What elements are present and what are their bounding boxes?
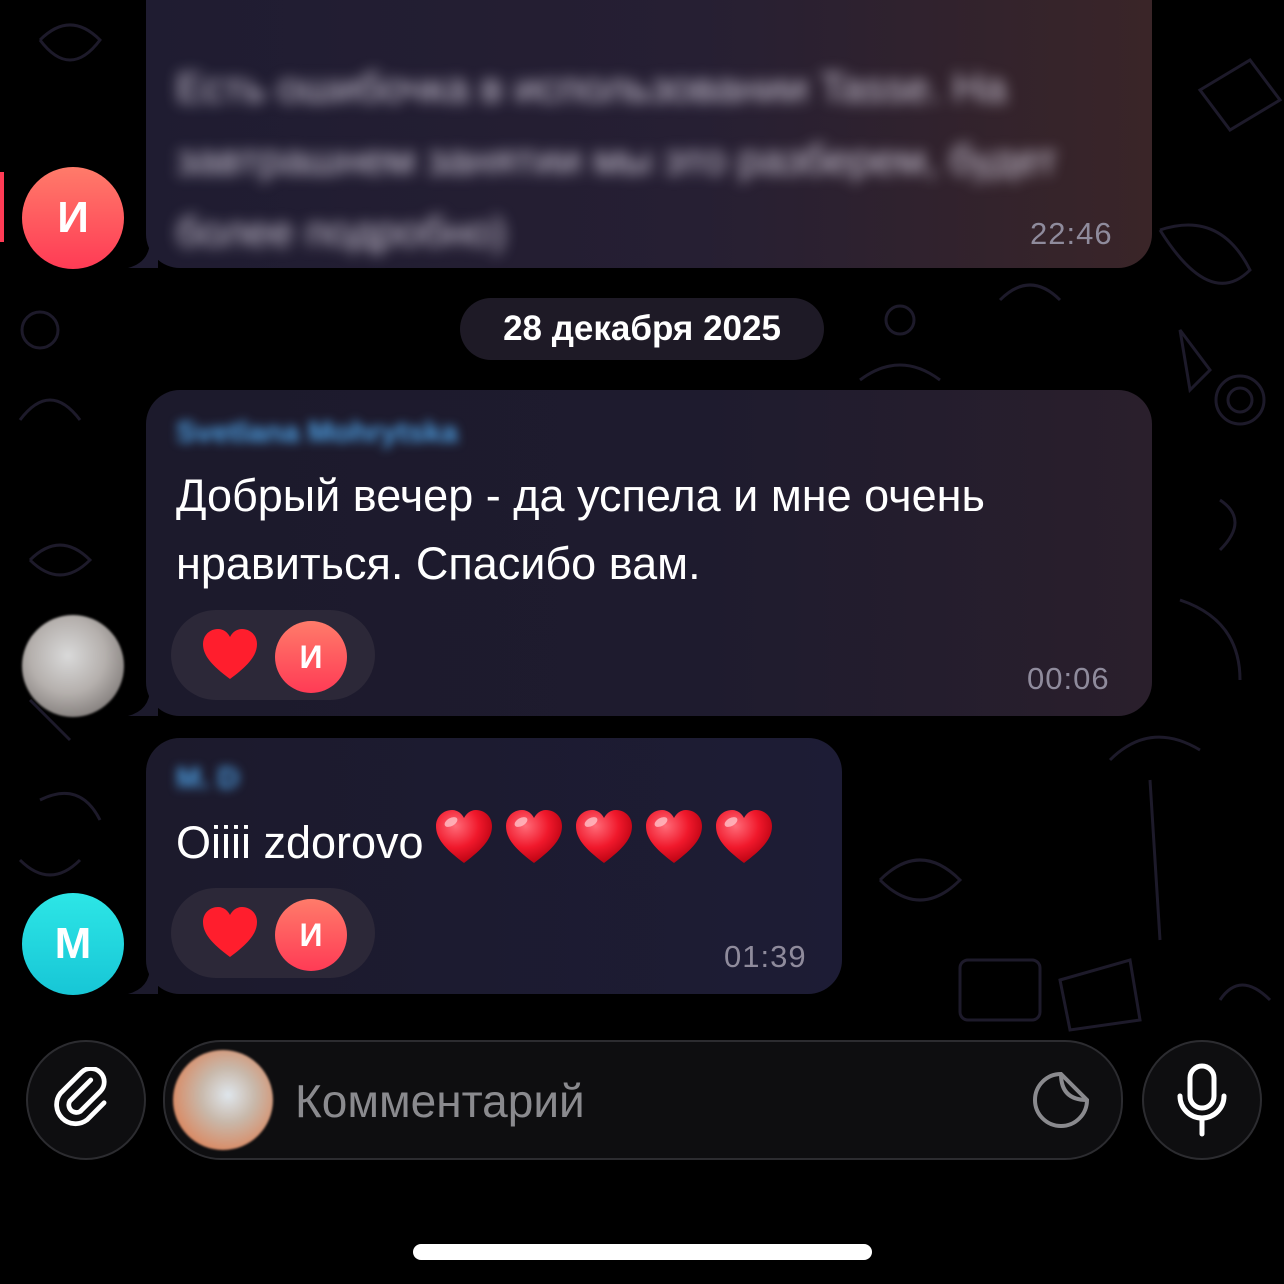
avatar[interactable]: M xyxy=(22,893,124,995)
bubble-tail xyxy=(128,240,158,268)
heart-emoji-icon xyxy=(715,810,772,863)
home-indicator[interactable] xyxy=(413,1244,872,1260)
heart-emoji-icon xyxy=(435,810,492,863)
heart-emoji-icon xyxy=(645,810,702,863)
avatar[interactable]: И xyxy=(22,167,124,269)
message-time: 01:39 xyxy=(724,939,807,974)
message-text-body: Oiiii zdorovo xyxy=(176,817,424,868)
reaction-chip[interactable]: И xyxy=(171,610,375,700)
sticker-icon[interactable] xyxy=(1031,1070,1091,1130)
sender-name[interactable]: M. D xyxy=(176,762,239,796)
bubble-tail xyxy=(128,966,158,994)
heart-emoji-icon xyxy=(505,810,562,863)
message-text: Добрый вечер - да успела и мне очень нра… xyxy=(176,470,985,589)
comment-field[interactable] xyxy=(163,1040,1123,1160)
avatar[interactable] xyxy=(22,615,124,717)
user-avatar[interactable] xyxy=(173,1050,273,1150)
paperclip-icon xyxy=(54,1067,107,1127)
sender-name[interactable]: Svetlana Mohrytska xyxy=(176,416,458,450)
reaction-avatar: И xyxy=(275,621,347,693)
microphone-icon xyxy=(1177,1063,1227,1137)
emoji-hearts xyxy=(424,810,774,868)
heart-icon xyxy=(203,907,257,957)
heart-emoji-icon xyxy=(575,810,632,863)
date-separator: 28 декабря 2025 xyxy=(460,298,824,360)
comment-input[interactable] xyxy=(293,1068,997,1134)
message-text: Есть ошибочка в использовании Tasse. На … xyxy=(176,64,1058,255)
bubble-tail xyxy=(128,688,158,716)
message-time: 00:06 xyxy=(1027,661,1110,696)
unread-marker xyxy=(0,172,4,242)
reaction-avatar: И xyxy=(275,899,347,971)
heart-icon xyxy=(203,629,257,679)
message-time: 22:46 xyxy=(1030,216,1113,251)
reaction-chip[interactable]: И xyxy=(171,888,375,978)
attach-button[interactable] xyxy=(26,1040,146,1160)
message-text: Oiiii zdorovo xyxy=(176,808,836,877)
voice-record-button[interactable] xyxy=(1142,1040,1262,1160)
